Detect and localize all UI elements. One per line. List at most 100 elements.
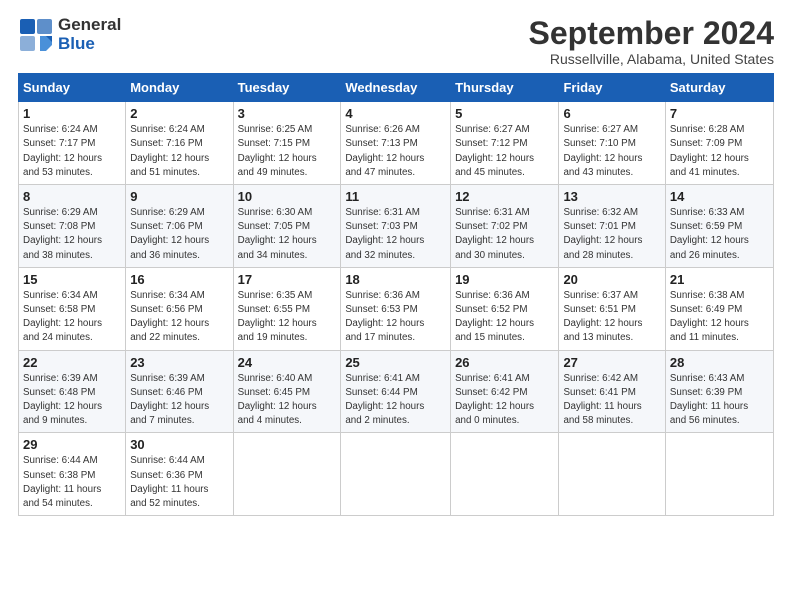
day-number: 28 xyxy=(670,355,769,370)
logo-icon xyxy=(18,17,54,53)
day-number: 21 xyxy=(670,272,769,287)
day-info: Sunrise: 6:32 AMSunset: 7:01 PMDaylight:… xyxy=(563,206,660,263)
day-info: Sunrise: 6:38 AMSunset: 6:49 PMDaylight:… xyxy=(670,289,769,346)
table-row xyxy=(559,433,665,516)
table-row: 17 Sunrise: 6:35 AMSunset: 6:55 PMDayligh… xyxy=(233,267,341,350)
day-number: 15 xyxy=(23,272,121,287)
day-info: Sunrise: 6:31 AMSunset: 7:03 PMDaylight:… xyxy=(345,206,446,263)
table-row: 7 Sunrise: 6:28 AMSunset: 7:09 PMDaylight… xyxy=(665,102,773,185)
day-info: Sunrise: 6:34 AMSunset: 6:58 PMDaylight:… xyxy=(23,289,121,346)
day-number: 20 xyxy=(563,272,660,287)
table-row: 23 Sunrise: 6:39 AMSunset: 6:46 PMDayligh… xyxy=(126,350,233,433)
day-info: Sunrise: 6:31 AMSunset: 7:02 PMDaylight:… xyxy=(455,206,554,263)
day-info: Sunrise: 6:28 AMSunset: 7:09 PMDaylight:… xyxy=(670,123,769,180)
day-number: 18 xyxy=(345,272,446,287)
table-row: 11Sunrise: 6:31 AMSunset: 7:03 PMDayligh… xyxy=(341,185,451,268)
table-row: 28 Sunrise: 6:43 AMSunset: 6:39 PMDayligh… xyxy=(665,350,773,433)
day-number: 7 xyxy=(670,106,769,121)
table-row: 15 Sunrise: 6:34 AMSunset: 6:58 PMDayligh… xyxy=(19,267,126,350)
table-row: 27Sunrise: 6:42 AMSunset: 6:41 PMDayligh… xyxy=(559,350,665,433)
calendar-header-row: Sunday Monday Tuesday Wednesday Thursday… xyxy=(19,74,774,102)
day-info: Sunrise: 6:41 AMSunset: 6:44 PMDaylight:… xyxy=(345,372,446,429)
col-monday: Monday xyxy=(126,74,233,102)
table-row: 29 Sunrise: 6:44 AMSunset: 6:38 PMDayligh… xyxy=(19,433,126,516)
table-row: 12 Sunrise: 6:31 AMSunset: 7:02 PMDayligh… xyxy=(451,185,559,268)
title-block: September 2024 Russellville, Alabama, Un… xyxy=(529,16,774,67)
day-info: Sunrise: 6:40 AMSunset: 6:45 PMDaylight:… xyxy=(238,372,337,429)
day-number: 13 xyxy=(563,189,660,204)
table-row: 20 Sunrise: 6:37 AMSunset: 6:51 PMDayligh… xyxy=(559,267,665,350)
table-row: 26Sunrise: 6:41 AMSunset: 6:42 PMDayligh… xyxy=(451,350,559,433)
day-info: Sunrise: 6:33 AMSunset: 6:59 PMDaylight:… xyxy=(670,206,769,263)
day-info: Sunrise: 6:37 AMSunset: 6:51 PMDaylight:… xyxy=(563,289,660,346)
calendar-week-row: 15 Sunrise: 6:34 AMSunset: 6:58 PMDayligh… xyxy=(19,267,774,350)
table-row: 8 Sunrise: 6:29 AMSunset: 7:08 PMDaylight… xyxy=(19,185,126,268)
day-info: Sunrise: 6:39 AMSunset: 6:48 PMDaylight:… xyxy=(23,372,121,429)
day-number: 26 xyxy=(455,355,554,370)
page: General Blue September 2024 Russellville… xyxy=(0,0,792,612)
table-row: 10 Sunrise: 6:30 AMSunset: 7:05 PMDayligh… xyxy=(233,185,341,268)
table-row: 21 Sunrise: 6:38 AMSunset: 6:49 PMDayligh… xyxy=(665,267,773,350)
table-row: 14 Sunrise: 6:33 AMSunset: 6:59 PMDayligh… xyxy=(665,185,773,268)
day-number: 19 xyxy=(455,272,554,287)
day-info: Sunrise: 6:44 AMSunset: 6:36 PMDaylight:… xyxy=(130,454,228,511)
day-number: 5 xyxy=(455,106,554,121)
table-row xyxy=(233,433,341,516)
col-tuesday: Tuesday xyxy=(233,74,341,102)
logo-blue: Blue xyxy=(58,34,95,53)
day-info: Sunrise: 6:36 AMSunset: 6:53 PMDaylight:… xyxy=(345,289,446,346)
table-row: 9Sunrise: 6:29 AMSunset: 7:06 PMDaylight… xyxy=(126,185,233,268)
col-wednesday: Wednesday xyxy=(341,74,451,102)
day-number: 4 xyxy=(345,106,446,121)
logo: General Blue xyxy=(18,16,121,53)
day-number: 1 xyxy=(23,106,121,121)
table-row: 22 Sunrise: 6:39 AMSunset: 6:48 PMDayligh… xyxy=(19,350,126,433)
day-number: 23 xyxy=(130,355,228,370)
day-info: Sunrise: 6:24 AMSunset: 7:16 PMDaylight:… xyxy=(130,123,228,180)
table-row: 24 Sunrise: 6:40 AMSunset: 6:45 PMDayligh… xyxy=(233,350,341,433)
calendar-week-row: 29 Sunrise: 6:44 AMSunset: 6:38 PMDayligh… xyxy=(19,433,774,516)
day-info: Sunrise: 6:26 AMSunset: 7:13 PMDaylight:… xyxy=(345,123,446,180)
day-info: Sunrise: 6:25 AMSunset: 7:15 PMDaylight:… xyxy=(238,123,337,180)
day-number: 8 xyxy=(23,189,121,204)
table-row: 13 Sunrise: 6:32 AMSunset: 7:01 PMDayligh… xyxy=(559,185,665,268)
table-row: 6Sunrise: 6:27 AMSunset: 7:10 PMDaylight… xyxy=(559,102,665,185)
month-title: September 2024 xyxy=(529,16,774,51)
day-number: 27 xyxy=(563,355,660,370)
day-info: Sunrise: 6:27 AMSunset: 7:12 PMDaylight:… xyxy=(455,123,554,180)
col-thursday: Thursday xyxy=(451,74,559,102)
table-row xyxy=(451,433,559,516)
table-row: 18 Sunrise: 6:36 AMSunset: 6:53 PMDayligh… xyxy=(341,267,451,350)
table-row: 2Sunrise: 6:24 AMSunset: 7:16 PMDaylight… xyxy=(126,102,233,185)
table-row: 16Sunrise: 6:34 AMSunset: 6:56 PMDayligh… xyxy=(126,267,233,350)
day-number: 10 xyxy=(238,189,337,204)
calendar-week-row: 22 Sunrise: 6:39 AMSunset: 6:48 PMDayligh… xyxy=(19,350,774,433)
day-number: 30 xyxy=(130,437,228,452)
day-info: Sunrise: 6:39 AMSunset: 6:46 PMDaylight:… xyxy=(130,372,228,429)
day-number: 29 xyxy=(23,437,121,452)
day-number: 14 xyxy=(670,189,769,204)
table-row: 1 Sunrise: 6:24 AMSunset: 7:17 PMDaylight… xyxy=(19,102,126,185)
logo-general: General xyxy=(58,15,121,34)
table-row xyxy=(665,433,773,516)
calendar-week-row: 1 Sunrise: 6:24 AMSunset: 7:17 PMDaylight… xyxy=(19,102,774,185)
day-number: 22 xyxy=(23,355,121,370)
day-number: 16 xyxy=(130,272,228,287)
day-info: Sunrise: 6:29 AMSunset: 7:08 PMDaylight:… xyxy=(23,206,121,263)
table-row: 25Sunrise: 6:41 AMSunset: 6:44 PMDayligh… xyxy=(341,350,451,433)
day-info: Sunrise: 6:44 AMSunset: 6:38 PMDaylight:… xyxy=(23,454,121,511)
day-number: 12 xyxy=(455,189,554,204)
day-info: Sunrise: 6:27 AMSunset: 7:10 PMDaylight:… xyxy=(563,123,660,180)
calendar-week-row: 8 Sunrise: 6:29 AMSunset: 7:08 PMDaylight… xyxy=(19,185,774,268)
day-info: Sunrise: 6:24 AMSunset: 7:17 PMDaylight:… xyxy=(23,123,121,180)
day-number: 17 xyxy=(238,272,337,287)
day-info: Sunrise: 6:35 AMSunset: 6:55 PMDaylight:… xyxy=(238,289,337,346)
day-info: Sunrise: 6:43 AMSunset: 6:39 PMDaylight:… xyxy=(670,372,769,429)
day-number: 24 xyxy=(238,355,337,370)
table-row: 30 Sunrise: 6:44 AMSunset: 6:36 PMDayligh… xyxy=(126,433,233,516)
day-number: 3 xyxy=(238,106,337,121)
day-info: Sunrise: 6:30 AMSunset: 7:05 PMDaylight:… xyxy=(238,206,337,263)
table-row: 19Sunrise: 6:36 AMSunset: 6:52 PMDayligh… xyxy=(451,267,559,350)
day-info: Sunrise: 6:29 AMSunset: 7:06 PMDaylight:… xyxy=(130,206,228,263)
calendar-table: Sunday Monday Tuesday Wednesday Thursday… xyxy=(18,73,774,516)
